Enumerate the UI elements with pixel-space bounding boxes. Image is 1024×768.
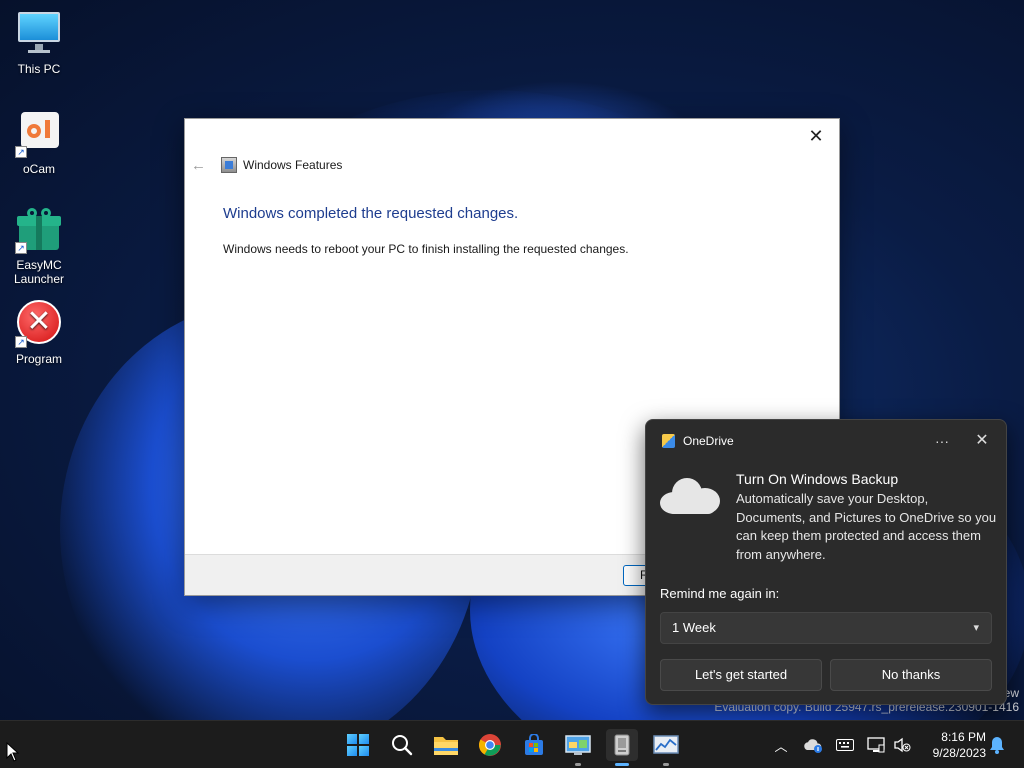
notifications-button[interactable] <box>986 721 1008 768</box>
running-indicator <box>575 763 581 766</box>
toast-close-button[interactable]: ✕ <box>970 430 994 452</box>
onedrive-tray-button[interactable] <box>800 721 826 768</box>
remind-label: Remind me again in: <box>660 586 780 601</box>
keyboard-icon <box>836 739 854 751</box>
desktop-icon-label: EasyMC Launcher <box>13 258 65 286</box>
dialog-heading: Windows completed the requested changes. <box>223 205 519 222</box>
control-panel-icon <box>565 735 591 755</box>
onedrive-toast: OneDrive ··· ✕ Turn On Windows Backup Au… <box>645 419 1007 705</box>
desktop-icon-this-pc[interactable]: This PC <box>1 10 77 76</box>
chrome-button[interactable] <box>474 729 506 761</box>
file-explorer-button[interactable] <box>430 729 462 761</box>
ocam-icon: ↗ <box>15 110 63 158</box>
onedrive-cloud-icon <box>804 739 822 753</box>
mouse-cursor-icon <box>6 742 20 762</box>
toast-title: Turn On Windows Backup <box>736 471 899 487</box>
chrome-icon <box>479 734 501 756</box>
network-icon <box>867 737 885 753</box>
search-button[interactable] <box>386 729 418 761</box>
gift-icon: ↗ <box>15 206 63 254</box>
lets-get-started-button[interactable]: Let's get started <box>660 659 822 691</box>
network-button[interactable] <box>864 721 888 768</box>
running-indicator <box>663 763 669 766</box>
volume-button[interactable] <box>890 721 914 768</box>
toast-message: Automatically save your Desktop, Documen… <box>736 491 997 562</box>
desktop-icon-label: Program <box>15 352 62 366</box>
back-arrow-icon[interactable]: ← <box>191 157 211 174</box>
dialog-nav: ← Windows Features <box>191 155 342 175</box>
toast-app-name: OneDrive <box>683 434 734 448</box>
chevron-down-icon: ▾ <box>973 622 979 634</box>
cloud-icon <box>660 478 720 514</box>
store-icon <box>525 734 543 755</box>
no-thanks-button[interactable]: No thanks <box>830 659 992 691</box>
desktop-icon-label: oCam <box>22 162 55 176</box>
dialog-close-button[interactable]: ✕ <box>801 123 831 149</box>
taskbar: ︿ 8:16 PM 9/28/2023 <box>0 720 1024 768</box>
shortcut-arrow-icon: ↗ <box>15 336 27 348</box>
desktop-icon-program[interactable]: ✕ ↗ Program <box>1 300 77 366</box>
performance-monitor-icon <box>653 735 679 754</box>
windows-logo-icon <box>347 734 369 756</box>
resource-monitor-button[interactable] <box>650 729 682 766</box>
folder-icon <box>434 737 458 755</box>
onedrive-logo-icon <box>662 434 675 448</box>
microsoft-store-button[interactable] <box>518 729 550 761</box>
toast-header: OneDrive <box>662 434 734 448</box>
clock-time: 8:16 PM <box>941 730 986 744</box>
error-x-icon: ✕ ↗ <box>15 300 63 348</box>
desktop-icon-easymc-launcher[interactable]: ↗ EasyMC Launcher <box>1 206 77 286</box>
start-button[interactable] <box>342 729 374 761</box>
search-icon <box>392 735 413 756</box>
desktop-icon-ocam[interactable]: ↗ oCam <box>1 110 77 176</box>
remind-interval-value: 1 Week <box>672 620 716 635</box>
windows-features-icon <box>614 734 630 756</box>
dialog-title: Windows Features <box>243 158 343 172</box>
desktop-icon-label: This PC <box>17 62 61 76</box>
touch-keyboard-button[interactable] <box>834 721 856 768</box>
control-panel-button[interactable] <box>562 729 594 766</box>
show-hidden-icons-button[interactable]: ︿ <box>770 721 792 768</box>
clock-date: 9/28/2023 <box>932 746 986 760</box>
speaker-muted-icon <box>894 737 911 753</box>
chevron-up-icon: ︿ <box>774 738 788 754</box>
dialog-body-text: Windows needs to reboot your PC to finis… <box>223 242 629 256</box>
bell-icon <box>990 737 1004 754</box>
windows-features-icon <box>221 157 237 173</box>
active-indicator <box>615 763 629 766</box>
taskbar-clock[interactable]: 8:16 PM 9/28/2023 <box>920 729 986 761</box>
remind-interval-select[interactable]: 1 Week ▾ <box>660 612 992 644</box>
shortcut-arrow-icon: ↗ <box>15 146 27 158</box>
monitor-icon <box>15 10 63 58</box>
windows-features-taskbar-button[interactable] <box>606 729 638 766</box>
more-options-button[interactable]: ··· <box>930 430 954 452</box>
shortcut-arrow-icon: ↗ <box>15 242 27 254</box>
